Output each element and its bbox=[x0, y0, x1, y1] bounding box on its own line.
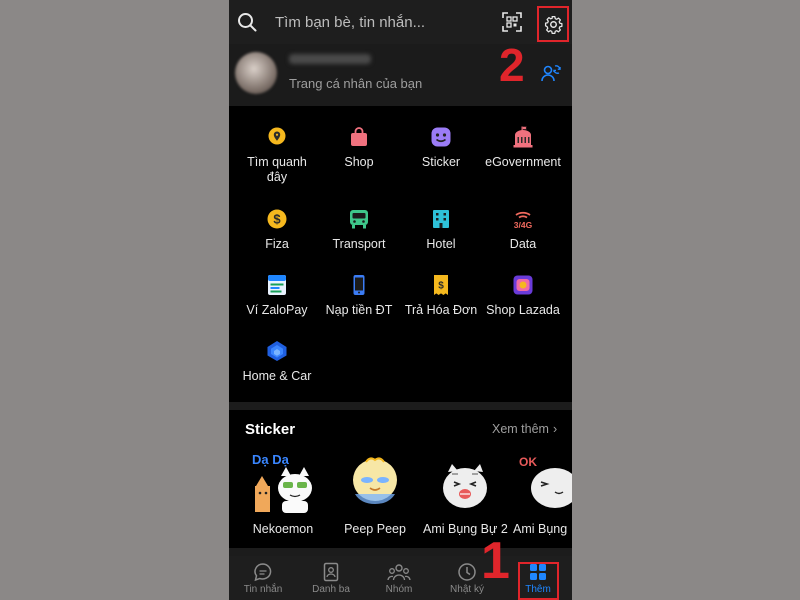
feature-grid: Tìm quanh đây Shop Sticker eGovernment $… bbox=[229, 110, 572, 402]
grid-item-zalopay[interactable]: Ví ZaloPay bbox=[235, 274, 319, 318]
grid-item-bill[interactable]: $ Trả Hóa Đơn bbox=[399, 274, 483, 318]
grid-item-data[interactable]: 3/4G Data bbox=[481, 208, 565, 252]
grid-item-label: Sticker bbox=[421, 155, 461, 169]
grid-item-label: Data bbox=[509, 237, 537, 251]
grid-item-sticker[interactable]: Sticker bbox=[399, 126, 483, 170]
search-icon[interactable] bbox=[237, 12, 257, 32]
chevron-right-icon: › bbox=[552, 422, 558, 436]
grid-item-label: Transport bbox=[332, 237, 386, 251]
chat-bubble-icon bbox=[254, 563, 272, 582]
sticker-item-ami-bung[interactable]: OK Ami Bụng bbox=[513, 450, 572, 536]
tab-label: Nhóm bbox=[385, 584, 413, 595]
sticker-label: Ami Bụng bbox=[513, 522, 568, 536]
see-more-link[interactable]: Xem thêm › bbox=[492, 422, 557, 436]
sticker-label: Peep Peep bbox=[344, 522, 406, 536]
grid-item-lazada[interactable]: Shop Lazada bbox=[481, 274, 565, 318]
bill-icon: $ bbox=[434, 275, 448, 295]
grid-item-hotel[interactable]: Hotel bbox=[399, 208, 483, 252]
grid-item-topup[interactable]: Nạp tiền ĐT bbox=[317, 274, 401, 318]
shopping-bag-icon bbox=[351, 127, 367, 146]
annotation-step-1: 1 bbox=[481, 532, 510, 590]
sticker-item-peep-peep[interactable]: Peep Peep bbox=[333, 450, 417, 536]
grid-item-fiza[interactable]: $ Fiza bbox=[235, 208, 319, 252]
bus-icon bbox=[350, 210, 368, 229]
home-car-icon bbox=[267, 341, 287, 361]
grid-item-label: Hotel bbox=[426, 237, 456, 251]
tab-more-highlight-box bbox=[518, 562, 559, 600]
ami-bung-bu-2-sticker bbox=[443, 464, 487, 508]
switch-account-icon[interactable] bbox=[540, 62, 562, 84]
grid-item-label: Ví ZaloPay bbox=[246, 303, 308, 317]
group-icon bbox=[387, 564, 411, 581]
profile-name-blurred bbox=[289, 54, 371, 64]
zalopay-icon bbox=[268, 275, 286, 295]
grid-item-label: Trả Hóa Đơn bbox=[404, 303, 478, 317]
svg-text:$: $ bbox=[273, 212, 281, 227]
section-divider bbox=[229, 402, 572, 410]
tab-groups[interactable]: Nhóm bbox=[365, 556, 433, 600]
grid-item-label: Home & Car bbox=[242, 369, 312, 383]
grid-item-egovernment[interactable]: eGovernment bbox=[481, 126, 565, 170]
hotel-icon bbox=[433, 210, 449, 228]
sticker-section-title: Sticker bbox=[245, 421, 296, 438]
tab-label: Danh ba bbox=[312, 584, 350, 595]
ami-bung-sticker: OK bbox=[519, 455, 572, 508]
search-input[interactable]: Tìm bạn bè, tin nhắn... bbox=[275, 14, 425, 31]
sticker-item-nekoemon[interactable]: Dạ Dạ Nekoemon bbox=[241, 450, 325, 536]
sticker-face-icon bbox=[431, 127, 451, 147]
grid-item-label: Shop Lazada bbox=[486, 303, 560, 317]
avatar[interactable] bbox=[235, 52, 277, 94]
grid-item-transport[interactable]: Transport bbox=[317, 208, 401, 252]
sticker-text: OK bbox=[519, 455, 537, 469]
see-more-label: Xem thêm bbox=[492, 422, 549, 436]
phone-screen: Tìm bạn bè, tin nhắn... Trang cá nhân củ… bbox=[229, 0, 572, 600]
grid-item-label: eGovernment bbox=[485, 155, 561, 169]
phone-topup-icon bbox=[353, 275, 365, 295]
grid-item-label: Nạp tiền ĐT bbox=[325, 303, 393, 317]
settings-button[interactable] bbox=[537, 6, 569, 42]
sticker-item-ami-bung-bu-2[interactable]: Ami Bụng Bự 2 bbox=[423, 450, 508, 536]
grid-item-label: Tìm quanh đây bbox=[247, 155, 307, 184]
mobile-data-icon: 3/4G bbox=[514, 211, 533, 230]
section-divider bbox=[229, 548, 572, 556]
lazada-icon bbox=[513, 275, 533, 295]
grid-item-shop[interactable]: Shop bbox=[317, 126, 401, 170]
grid-item-nearby[interactable]: Tìm quanh đây bbox=[235, 126, 319, 185]
sticker-text: Dạ Dạ bbox=[252, 452, 290, 467]
clock-icon bbox=[458, 563, 476, 581]
svg-text:$: $ bbox=[438, 281, 444, 292]
tab-contacts[interactable]: Danh ba bbox=[297, 556, 365, 600]
dollar-coin-icon: $ bbox=[267, 209, 287, 229]
tab-messages[interactable]: Tin nhắn bbox=[229, 556, 297, 600]
qr-scan-icon[interactable] bbox=[502, 12, 522, 32]
gear-icon[interactable] bbox=[544, 15, 563, 34]
location-pin-icon bbox=[268, 127, 286, 145]
contacts-icon bbox=[323, 562, 339, 582]
sticker-label: Nekoemon bbox=[252, 522, 314, 536]
nekoemon-sticker: Dạ Dạ bbox=[252, 452, 312, 513]
tab-label: Tin nhắn bbox=[243, 584, 283, 595]
data-icon-text: 3/4G bbox=[514, 220, 533, 230]
grid-item-label: Fiza bbox=[265, 237, 289, 251]
annotation-step-2: 2 bbox=[499, 39, 525, 91]
grid-item-label: Shop bbox=[344, 155, 374, 169]
grid-item-home-car[interactable]: Home & Car bbox=[235, 340, 319, 384]
profile-subtitle: Trang cá nhân của bạn bbox=[289, 76, 423, 91]
peep-peep-sticker bbox=[353, 457, 397, 504]
search-bar[interactable]: Tìm bạn bè, tin nhắn... bbox=[229, 0, 572, 44]
government-building-icon bbox=[513, 126, 533, 148]
